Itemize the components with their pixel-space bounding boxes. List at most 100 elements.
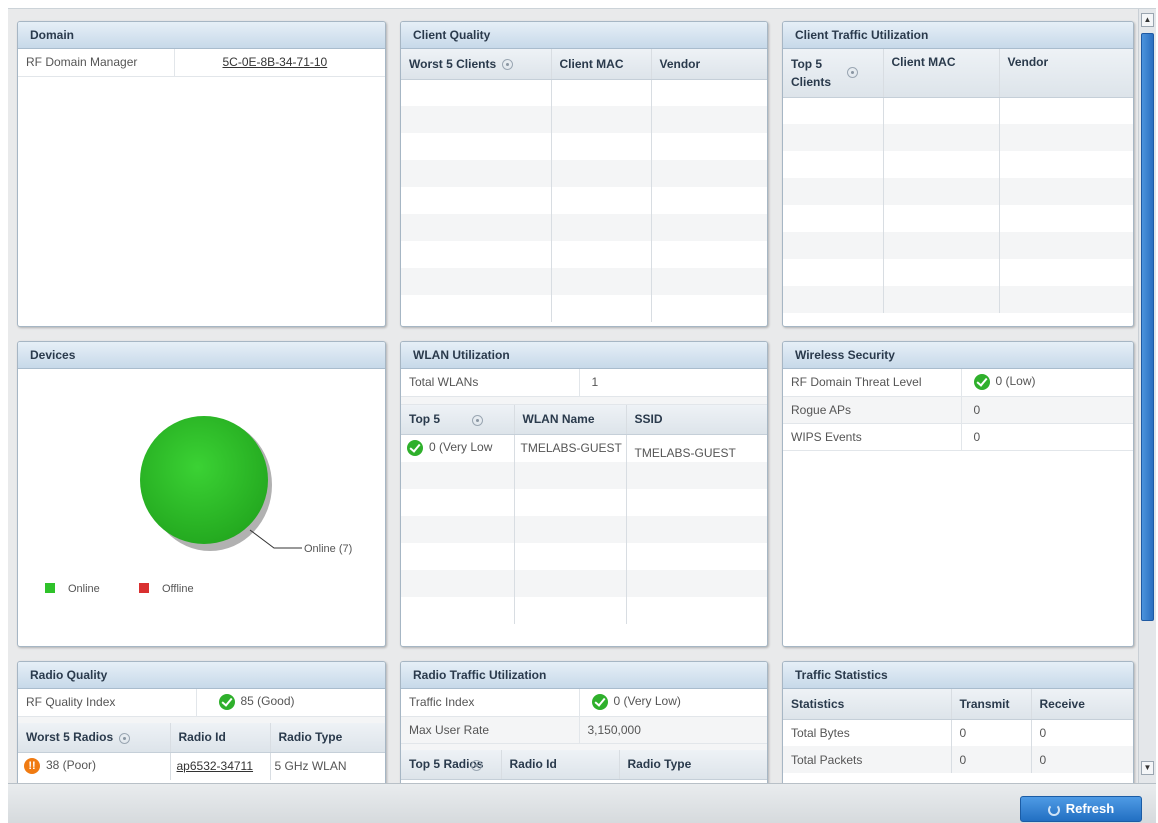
- vertical-scrollbar[interactable]: ▲ ▼: [1138, 9, 1156, 783]
- stat-receive-cell: 0: [1031, 746, 1133, 773]
- stat-transmit-cell: 0: [951, 746, 1032, 773]
- radio-id-header[interactable]: Radio Id: [170, 722, 271, 753]
- statistics-header[interactable]: Statistics: [783, 689, 952, 720]
- radio-quality-index-table: RF Quality Index 85 (Good): [18, 689, 385, 717]
- table-row: Total WLANs 1: [401, 369, 767, 397]
- table-row: [401, 79, 767, 106]
- table-row: [401, 515, 767, 543]
- ssid-header[interactable]: SSID: [626, 404, 767, 435]
- pie-slice-online[interactable]: [140, 416, 268, 544]
- table-row: [783, 178, 1133, 205]
- sort-icon[interactable]: [502, 59, 514, 71]
- table-row: Max User Rate 3,150,000: [401, 716, 767, 744]
- rf-quality-index-label: RF Quality Index: [18, 689, 197, 717]
- wireless-security-panel: Wireless Security RF Domain Threat Level…: [782, 341, 1134, 647]
- radio-quality-title: Radio Quality: [18, 662, 385, 689]
- table-row: [783, 286, 1133, 313]
- table-row: Total Packets 0 0: [783, 746, 1133, 773]
- stat-name-cell: Total Packets: [783, 746, 952, 773]
- client-traffic-title: Client Traffic Utilization: [783, 22, 1133, 49]
- wlan-name-header[interactable]: WLAN Name: [514, 404, 627, 435]
- table-row: 0 (Very Low TMELABS-GUEST TMELABS-GUEST: [401, 434, 767, 462]
- table-row: [401, 214, 767, 241]
- max-user-rate-label: Max User Rate: [401, 716, 580, 744]
- top5-header[interactable]: Top 5: [401, 404, 515, 435]
- domain-table: RF Domain Manager 5C-0E-8B-34-71-10: [18, 49, 385, 77]
- top-radios-header[interactable]: Top 5 Radios: [401, 749, 502, 780]
- refresh-button[interactable]: Refresh: [1020, 796, 1142, 822]
- stat-name-cell: Total Bytes: [783, 719, 952, 746]
- sort-icon[interactable]: [471, 759, 483, 771]
- table-row: Rogue APs 0: [783, 396, 1133, 424]
- table-row: [783, 97, 1133, 124]
- radio-traffic-title: Radio Traffic Utilization: [401, 662, 767, 689]
- table-row: [401, 569, 767, 597]
- table-row: [401, 187, 767, 214]
- table-row: [401, 488, 767, 516]
- table-row: [401, 268, 767, 295]
- client-traffic-table: Top 5 Clients Client MAC Vendor: [783, 49, 1133, 313]
- worst-clients-header[interactable]: Worst 5 Clients: [401, 49, 552, 80]
- client-mac-header[interactable]: Client MAC: [551, 49, 652, 80]
- sort-icon[interactable]: [847, 67, 858, 79]
- scroll-thumb[interactable]: [1141, 33, 1154, 621]
- radio-traffic-panel: Radio Traffic Utilization Traffic Index …: [400, 661, 768, 783]
- rogue-aps-value: 0: [961, 396, 1133, 424]
- sort-icon[interactable]: [119, 732, 131, 744]
- total-wlans-value: 1: [579, 369, 767, 397]
- max-user-rate-value: 3,150,000: [579, 716, 767, 744]
- threat-level-label: RF Domain Threat Level: [783, 369, 962, 397]
- traffic-index-value: 0 (Very Low): [579, 689, 767, 717]
- slice-label-online: Online (7): [304, 543, 352, 555]
- wips-events-value: 0: [961, 423, 1133, 451]
- radio-type-header[interactable]: Radio Type: [619, 749, 767, 780]
- check-icon: [218, 694, 235, 711]
- rogue-aps-label: Rogue APs: [783, 396, 962, 424]
- radio-quality-cell: !! 38 (Poor): [18, 752, 171, 780]
- check-icon: [407, 440, 423, 457]
- client-mac-header[interactable]: Client MAC: [883, 49, 1000, 98]
- table-row: [401, 295, 767, 322]
- worst-radios-header[interactable]: Worst 5 Radios: [18, 722, 171, 753]
- radio-quality-panel: Radio Quality RF Quality Index 85 (Good)…: [17, 661, 386, 783]
- wlan-ssid-cell: TMELABS-GUEST: [634, 445, 736, 460]
- table-row: Traffic Index 0 (Very Low): [401, 689, 767, 717]
- wireless-security-title: Wireless Security: [783, 342, 1133, 369]
- table-row: [783, 232, 1133, 259]
- legend-swatch-offline: [139, 583, 149, 593]
- devices-panel: Devices Online (7) Online Offline: [17, 341, 386, 647]
- check-icon: [591, 694, 608, 711]
- table-row: [783, 151, 1133, 178]
- domain-panel-title: Domain: [18, 22, 385, 49]
- radio-type-header[interactable]: Radio Type: [270, 722, 385, 753]
- wireless-security-table: RF Domain Threat Level 0 (Low) Rogue APs…: [783, 369, 1133, 451]
- total-wlans-label: Total WLANs: [401, 369, 580, 397]
- rf-domain-manager-link[interactable]: 5C-0E-8B-34-71-10: [223, 55, 328, 69]
- wlan-top-table: Top 5 WLAN Name SSID 0 (Very Low TMELABS…: [401, 404, 767, 624]
- traffic-statistics-panel: Traffic Statistics Statistics Transmit R…: [782, 661, 1134, 783]
- table-row: !! 38 (Poor) ap6532-34711 5 GHz WLAN: [18, 752, 385, 780]
- client-traffic-panel: Client Traffic Utilization Top 5 Clients…: [782, 21, 1134, 327]
- transmit-header[interactable]: Transmit: [951, 689, 1032, 720]
- table-row: [783, 124, 1133, 151]
- table-row: [401, 241, 767, 268]
- footer-bar: Refresh: [8, 783, 1156, 823]
- warning-icon: !!: [24, 758, 40, 775]
- radio-id-header[interactable]: Radio Id: [501, 749, 620, 780]
- vendor-header[interactable]: Vendor: [999, 49, 1133, 98]
- scroll-up-button[interactable]: ▲: [1141, 13, 1154, 27]
- table-row: [401, 596, 767, 624]
- table-row: Total Bytes 0 0: [783, 719, 1133, 746]
- scroll-down-button[interactable]: ▼: [1141, 761, 1154, 775]
- top-clients-header[interactable]: Top 5 Clients: [783, 49, 884, 98]
- radio-id-link[interactable]: ap6532-34711: [177, 759, 254, 773]
- top-radios-table: Top 5 Radios Radio Id Radio Type: [401, 749, 767, 780]
- traffic-statistics-table: Statistics Transmit Receive Total Bytes …: [783, 689, 1133, 773]
- sort-icon[interactable]: [472, 414, 484, 426]
- vendor-header[interactable]: Vendor: [651, 49, 767, 80]
- receive-header[interactable]: Receive: [1031, 689, 1133, 720]
- table-row: RF Quality Index 85 (Good): [18, 689, 385, 717]
- table-row: [783, 259, 1133, 286]
- table-row: WIPS Events 0: [783, 423, 1133, 451]
- wlan-title: WLAN Utilization: [401, 342, 767, 369]
